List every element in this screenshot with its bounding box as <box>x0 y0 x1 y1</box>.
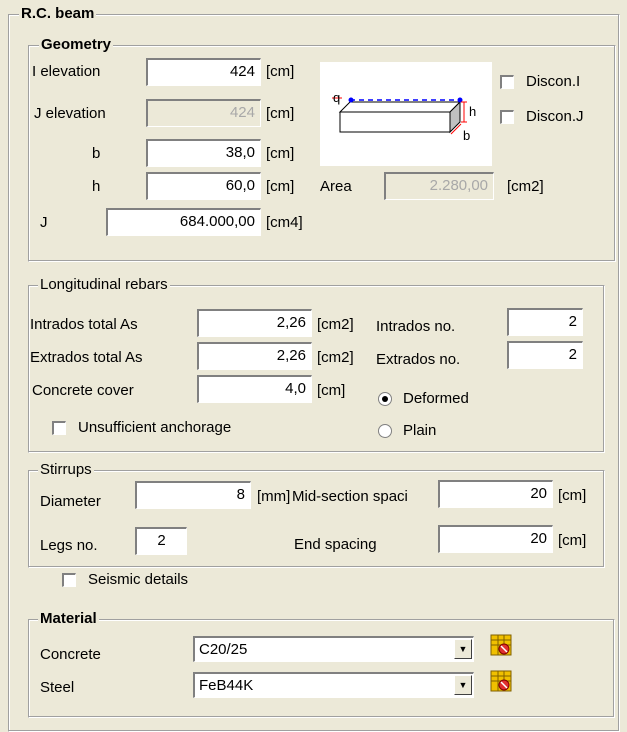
longitudinal-title: Longitudinal rebars <box>38 276 170 293</box>
diagram-b-label: b <box>463 128 470 143</box>
intrados-total-unit: [cm2] <box>317 316 354 333</box>
i-elevation-unit: [cm] <box>266 63 295 80</box>
end-spacing-input[interactable]: 20 <box>438 525 553 553</box>
j-inertia-input[interactable]: 684.000,00 <box>106 208 261 236</box>
intrados-total-label: Intrados total As <box>30 316 138 333</box>
steel-label: Steel <box>40 679 75 696</box>
b-input[interactable]: 38,0 <box>146 139 261 167</box>
steel-select-value: FeB44K <box>199 677 254 694</box>
concrete-database-icon[interactable] <box>490 634 512 656</box>
unsufficient-anchorage-label: Unsufficient anchorage <box>78 419 232 436</box>
cover-label: Concrete cover <box>32 382 134 399</box>
diagram-h-label: h <box>469 104 476 119</box>
extrados-no-input[interactable]: 2 <box>507 341 583 369</box>
area-input: 2.280,00 <box>384 172 494 200</box>
steel-database-icon[interactable] <box>490 670 512 692</box>
beam-diagram-icon: h b q <box>332 90 476 143</box>
intrados-total-input[interactable]: 2,26 <box>197 309 312 337</box>
discon-i-checkbox[interactable] <box>500 75 514 89</box>
plain-radio[interactable] <box>378 424 392 438</box>
plain-label: Plain <box>403 422 437 439</box>
h-input[interactable]: 60,0 <box>146 172 261 200</box>
stirrups-title: Stirrups <box>38 461 94 478</box>
seismic-details-label: Seismic details <box>88 571 189 588</box>
diagram-q-label: q <box>333 90 340 105</box>
j-inertia-unit: [cm4] <box>266 214 303 231</box>
extrados-total-label: Extrados total As <box>30 349 143 366</box>
h-label: h <box>92 178 101 195</box>
deformed-label: Deformed <box>403 390 469 407</box>
cover-input[interactable]: 4,0 <box>197 375 312 403</box>
material-group <box>28 619 615 718</box>
chevron-down-icon[interactable]: ▼ <box>454 675 472 695</box>
discon-i-label: Discon.I <box>526 73 581 90</box>
extrados-total-unit: [cm2] <box>317 349 354 366</box>
concrete-select[interactable]: C20/25 ▼ <box>193 636 474 662</box>
unsufficient-anchorage-checkbox[interactable] <box>52 421 66 435</box>
j-elevation-label: J elevation <box>34 105 106 122</box>
b-unit: [cm] <box>266 145 295 162</box>
intrados-no-label: Intrados no. <box>376 318 456 335</box>
j-inertia-label: J <box>40 214 48 231</box>
diameter-input[interactable]: 8 <box>135 481 251 509</box>
concrete-select-value: C20/25 <box>199 641 248 658</box>
discon-j-label: Discon.J <box>526 108 584 125</box>
discon-j-checkbox[interactable] <box>500 110 514 124</box>
area-unit: [cm2] <box>507 178 544 195</box>
seismic-details-checkbox[interactable] <box>62 573 76 587</box>
legs-label: Legs no. <box>40 537 98 554</box>
end-spacing-label: End spacing <box>294 536 377 553</box>
i-elevation-input[interactable]: 424 <box>146 58 261 86</box>
cover-unit: [cm] <box>317 382 346 399</box>
steel-select[interactable]: FeB44K ▼ <box>193 672 474 698</box>
i-elevation-label: I elevation <box>32 63 101 80</box>
material-title: Material <box>38 610 99 627</box>
diameter-unit: [mm] <box>257 488 291 505</box>
j-elevation-input: 424 <box>146 99 261 127</box>
deformed-radio[interactable] <box>378 392 392 406</box>
area-label: Area <box>320 178 352 195</box>
beam-diagram: h b q <box>320 62 492 166</box>
panel-title: R.C. beam <box>19 5 97 22</box>
intrados-no-input[interactable]: 2 <box>507 308 583 336</box>
extrados-total-input[interactable]: 2,26 <box>197 342 312 370</box>
j-elevation-unit: [cm] <box>266 105 295 122</box>
geometry-title: Geometry <box>39 36 114 53</box>
concrete-label: Concrete <box>40 646 101 663</box>
mid-spacing-unit: [cm] <box>558 487 587 504</box>
diameter-label: Diameter <box>40 493 101 510</box>
h-unit: [cm] <box>266 178 295 195</box>
extrados-no-label: Extrados no. <box>376 351 461 368</box>
legs-input[interactable]: 2 <box>135 527 187 555</box>
b-label: b <box>92 145 101 162</box>
mid-spacing-label: Mid-section spaci <box>292 488 408 505</box>
chevron-down-icon[interactable]: ▼ <box>454 639 472 659</box>
end-spacing-unit: [cm] <box>558 532 587 549</box>
mid-spacing-input[interactable]: 20 <box>438 480 553 508</box>
